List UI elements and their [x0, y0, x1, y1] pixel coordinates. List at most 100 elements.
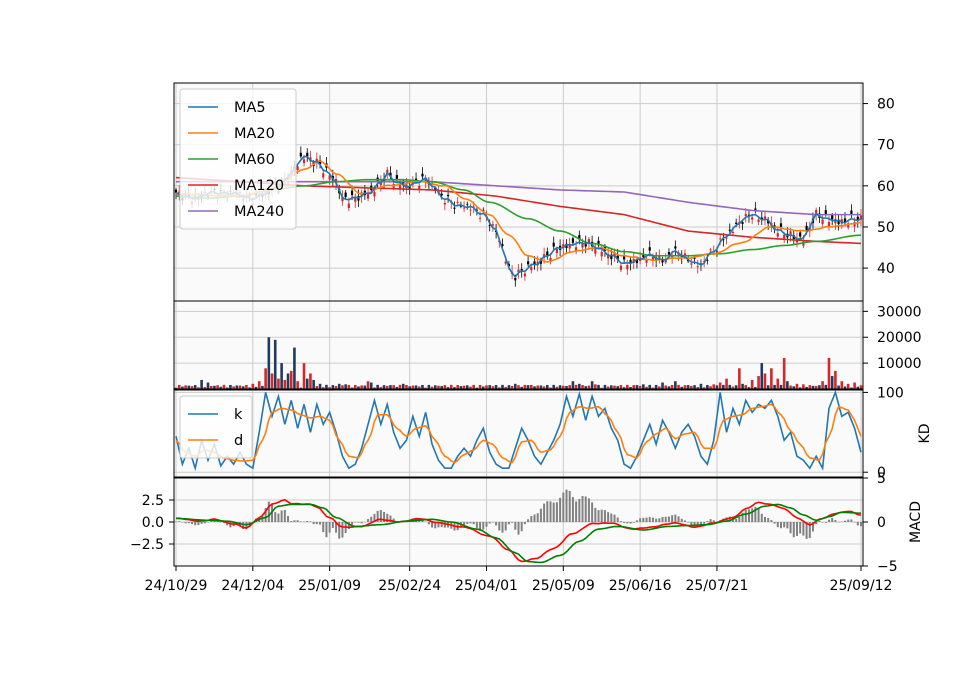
macd-hist-bar	[709, 519, 712, 522]
macd-hist-bar	[642, 517, 645, 522]
volume-bar	[353, 384, 357, 389]
volume-bar	[193, 385, 197, 389]
volume-bar	[610, 385, 613, 389]
macd-hist-bar	[667, 516, 670, 522]
volume-bar	[318, 383, 322, 389]
volume-bar	[523, 384, 527, 389]
volume-ytick-label: 20000	[877, 330, 922, 346]
x-tick-label: 24/10/29	[145, 578, 208, 594]
candle-body	[530, 267, 533, 271]
macd-hist-bar	[651, 517, 654, 522]
macd-hist-bar	[770, 520, 773, 522]
volume-bar	[757, 376, 760, 389]
candle-body	[783, 234, 786, 239]
volume-bar	[401, 383, 405, 389]
candle-body	[619, 265, 623, 270]
x-axis: 24/10/29 24/12/04 25/01/09 25/02/24 25/04/01…	[145, 566, 892, 594]
volume-bar	[280, 363, 283, 389]
macd-hist-bar	[427, 522, 430, 525]
volume-bar	[859, 385, 863, 389]
volume-bar	[507, 385, 511, 389]
macd-hist-bar	[824, 522, 827, 523]
macd-hist-bar	[491, 522, 494, 523]
macd-hist-bar	[661, 517, 664, 522]
macd-hist-bar	[565, 489, 568, 522]
volume-bar	[827, 357, 831, 389]
macd-hist-bar	[290, 520, 293, 522]
candle-body	[453, 207, 456, 209]
volume-bar	[296, 381, 299, 389]
volume-bar	[661, 382, 664, 389]
volume-bar	[277, 378, 280, 389]
candle-body	[735, 222, 738, 224]
legend-label-ma60: MA60	[234, 152, 275, 168]
volume-bar	[488, 385, 491, 389]
macd-axis-label: MACD	[908, 501, 924, 543]
macd-hist-bar	[757, 508, 760, 522]
volume-bar	[238, 385, 242, 389]
x-tick-label: 25/06/16	[609, 578, 672, 594]
x-tick-label: 25/05/09	[532, 578, 595, 594]
candle-body	[466, 203, 469, 205]
macd-hist-bar	[603, 510, 606, 522]
volume-bar	[389, 385, 392, 389]
volume-bar	[309, 373, 312, 389]
macd-hist-bar	[511, 522, 514, 523]
volume-bar	[776, 378, 780, 389]
volume-bar	[686, 385, 690, 389]
volume-bar	[360, 385, 363, 389]
volume-bar	[594, 384, 597, 389]
macd-hist-bar	[466, 522, 469, 525]
macd-hist-bar	[280, 510, 283, 522]
candle-body	[667, 252, 671, 255]
volume-bar	[517, 385, 520, 389]
macd-hist-bar	[520, 522, 523, 532]
volume-bar	[501, 384, 504, 389]
volume-bar	[635, 385, 639, 389]
candle-body	[344, 192, 347, 198]
macd-hist-bar	[581, 495, 584, 522]
candle-body	[776, 233, 779, 237]
macd-hist-bar	[677, 516, 680, 522]
volume-bar	[597, 384, 600, 389]
volume-bar	[414, 385, 418, 389]
x-tick-label: 25/04/01	[455, 578, 518, 594]
legend-label-d: d	[234, 433, 243, 449]
candle-body	[690, 263, 693, 265]
macd-hist-bar	[351, 522, 354, 525]
kd-panel	[174, 389, 863, 477]
volume-bar	[273, 339, 277, 389]
volume-bar	[760, 363, 764, 389]
volume-bar	[552, 384, 556, 389]
kd-y-axis: 0100	[863, 385, 904, 481]
macd-hist-bar	[706, 521, 709, 522]
volume-bar	[200, 379, 203, 389]
macd-hist-bar	[379, 510, 382, 522]
volume-bar	[421, 384, 424, 389]
macd-hist-bar	[584, 496, 587, 522]
volume-bar	[369, 382, 373, 389]
legend-label-ma240: MA240	[234, 204, 284, 220]
volume-bar	[235, 385, 239, 389]
macd-hist-bar	[629, 522, 632, 524]
candle-body	[523, 273, 527, 277]
volume-background	[174, 301, 863, 389]
macd-hist-bar	[840, 521, 843, 523]
macd-hist-bar	[789, 522, 792, 534]
macd-hist-bar	[552, 502, 555, 522]
macd-hist-bar	[533, 514, 536, 522]
volume-bar	[302, 363, 306, 389]
candle-body	[491, 224, 494, 226]
candle-body	[514, 277, 517, 281]
kd-ytick-label: 100	[877, 385, 904, 401]
volume-bar	[613, 385, 616, 389]
macd-hist-bar	[488, 522, 491, 524]
macd-left-ytick-label: 0.0	[142, 515, 164, 531]
macd-hist-bar	[712, 520, 715, 522]
volume-bar	[722, 384, 725, 389]
macd-hist-bar	[341, 522, 344, 538]
macd-hist-bar	[687, 522, 690, 523]
price-y-axis: 40 50 60 70 80	[863, 97, 895, 277]
volume-bar	[325, 384, 328, 389]
macd-hist-bar	[799, 522, 802, 534]
